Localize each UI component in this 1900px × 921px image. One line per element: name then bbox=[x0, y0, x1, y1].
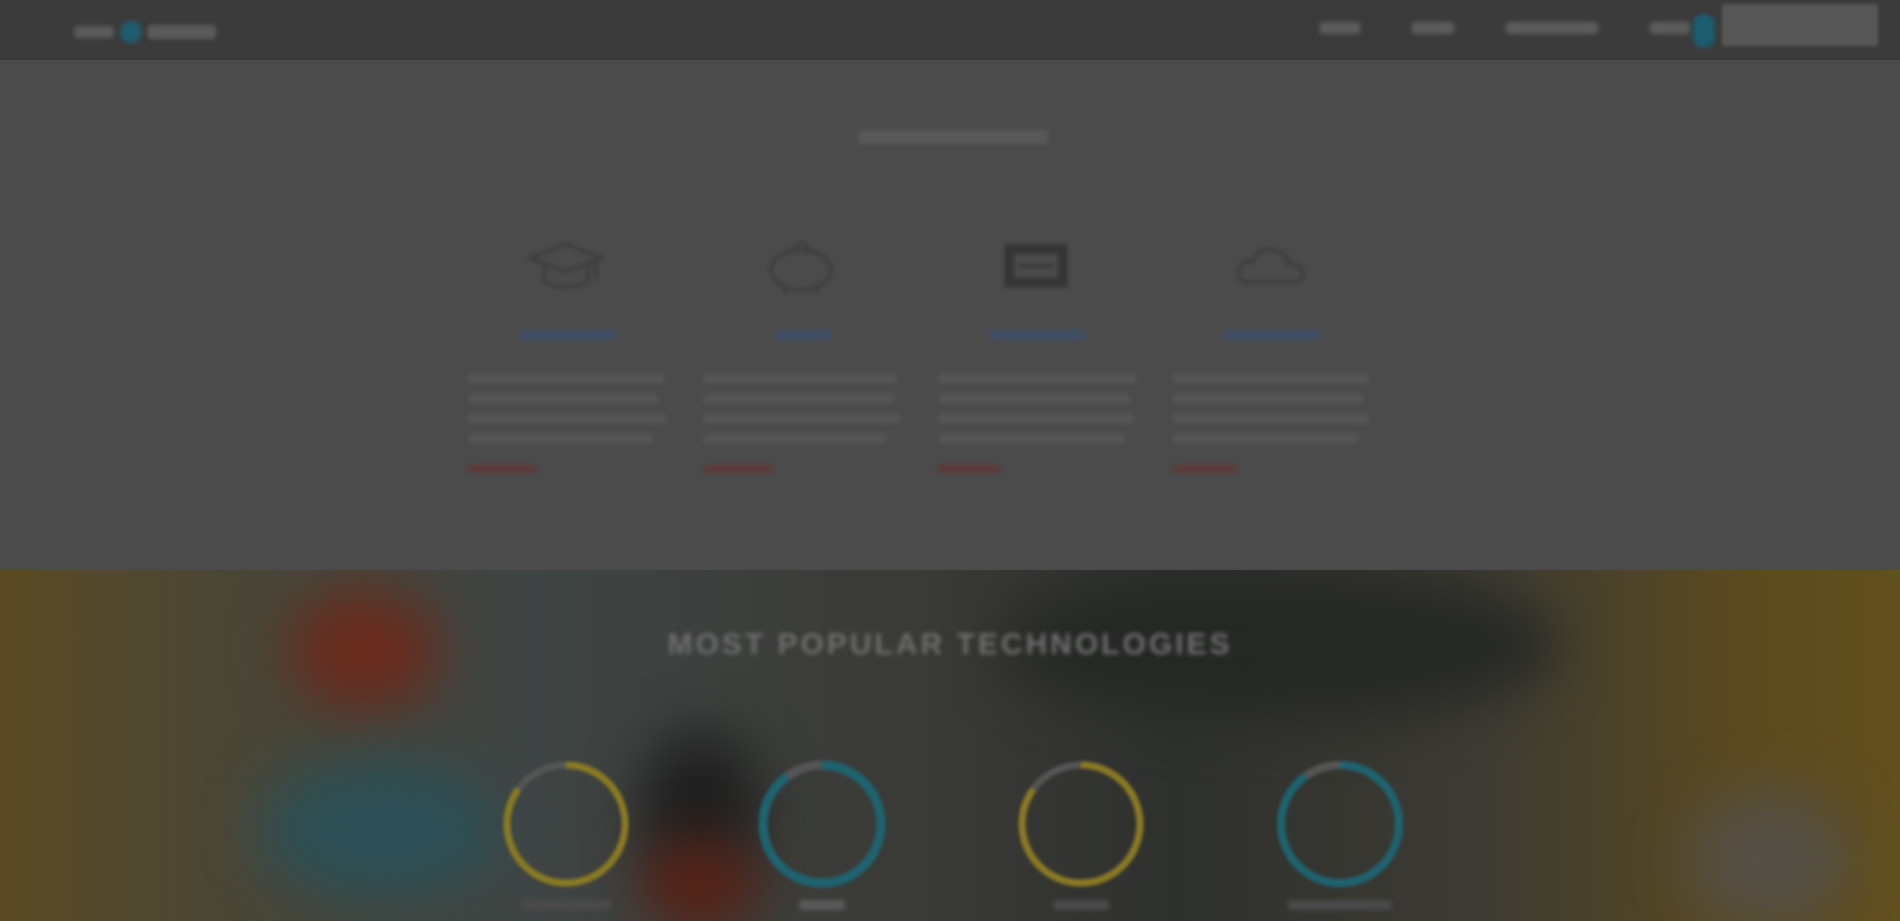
main-nav bbox=[1320, 22, 1690, 34]
text-line bbox=[468, 434, 654, 443]
nav-link-2[interactable] bbox=[1412, 22, 1454, 34]
tech-label bbox=[521, 900, 611, 910]
read-more-link[interactable] bbox=[468, 465, 538, 473]
feature-card bbox=[938, 230, 1138, 473]
tech-label bbox=[1288, 900, 1392, 910]
text-line bbox=[468, 374, 664, 383]
site-logo[interactable] bbox=[74, 18, 216, 46]
tech-label bbox=[799, 900, 845, 910]
feature-title bbox=[775, 330, 831, 340]
feature-card bbox=[1173, 230, 1373, 473]
logo-prefix bbox=[74, 26, 114, 38]
text-line bbox=[938, 374, 1136, 383]
feature-card bbox=[468, 230, 668, 473]
tech-progress-card bbox=[737, 756, 907, 910]
page: MOST POPULAR TECHNOLOGIES bbox=[0, 0, 1900, 921]
piggy-bank-icon bbox=[769, 241, 833, 294]
text-line bbox=[703, 374, 897, 383]
text-line bbox=[703, 434, 887, 443]
features-section bbox=[0, 60, 1900, 570]
progress-ring bbox=[1277, 761, 1403, 887]
progress-ring-fill bbox=[1277, 761, 1403, 887]
text-line bbox=[1173, 434, 1359, 443]
logo-wordmark bbox=[148, 25, 216, 39]
read-more-link[interactable] bbox=[703, 465, 773, 473]
cloud-icon bbox=[1237, 248, 1305, 284]
text-line bbox=[468, 394, 658, 403]
feature-description bbox=[703, 374, 903, 443]
text-line bbox=[1173, 414, 1369, 423]
feature-card bbox=[703, 230, 903, 473]
read-more-link[interactable] bbox=[938, 465, 1002, 473]
progress-ring-fill bbox=[758, 760, 886, 888]
background-blob bbox=[1690, 790, 1850, 921]
text-line bbox=[1173, 394, 1363, 403]
feature-description bbox=[938, 374, 1138, 443]
text-line bbox=[1173, 374, 1369, 383]
text-line bbox=[703, 414, 901, 423]
tech-progress-card bbox=[481, 756, 651, 910]
tech-progress-card bbox=[1255, 756, 1425, 910]
tech-label bbox=[1053, 900, 1109, 910]
text-line bbox=[468, 414, 666, 423]
certificate-icon bbox=[1004, 244, 1068, 288]
feature-title bbox=[990, 330, 1086, 340]
nav-link-1[interactable] bbox=[1320, 22, 1360, 34]
section-title bbox=[858, 130, 1048, 144]
progress-ring bbox=[1018, 761, 1144, 887]
user-indicator-icon[interactable] bbox=[1693, 14, 1715, 48]
text-line bbox=[938, 394, 1130, 403]
text-line bbox=[703, 394, 895, 403]
top-navbar bbox=[0, 0, 1900, 60]
background-blob bbox=[260, 760, 500, 900]
feature-title bbox=[1225, 330, 1321, 340]
graduation-cap-icon bbox=[526, 242, 606, 289]
tech-progress-card bbox=[996, 756, 1166, 910]
nav-link-3[interactable] bbox=[1506, 22, 1598, 34]
technologies-section: MOST POPULAR TECHNOLOGIES bbox=[0, 570, 1900, 921]
text-line bbox=[938, 434, 1126, 443]
signin-button[interactable] bbox=[1722, 4, 1878, 46]
nav-link-4[interactable] bbox=[1650, 22, 1690, 34]
feature-description bbox=[468, 374, 668, 443]
feature-title bbox=[520, 330, 616, 340]
text-line bbox=[938, 414, 1134, 423]
feature-description bbox=[1173, 374, 1373, 443]
section-heading: MOST POPULAR TECHNOLOGIES bbox=[667, 628, 1233, 661]
logo-mark-icon bbox=[120, 21, 142, 43]
progress-ring bbox=[503, 761, 629, 887]
read-more-link[interactable] bbox=[1173, 465, 1237, 473]
progress-ring bbox=[758, 760, 886, 888]
